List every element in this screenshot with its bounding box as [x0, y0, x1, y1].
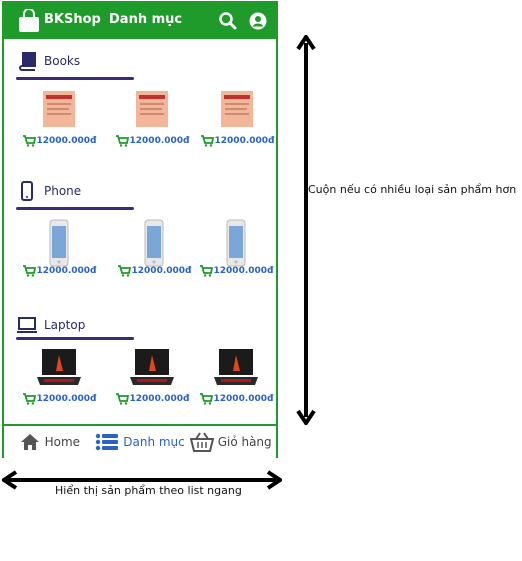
product-card[interactable]: 12000.000đ [112, 347, 192, 405]
add-to-cart-icon[interactable] [22, 393, 36, 405]
product-price[interactable]: 12000.000đ [112, 393, 192, 405]
section-underline [16, 77, 134, 80]
add-to-cart-icon[interactable] [117, 265, 131, 277]
brand-name: BKShop [44, 12, 101, 27]
product-row-books[interactable]: 12000.000đ 12000.000đ 12000.000đ [4, 89, 276, 179]
product-row-laptop[interactable]: 12000.000đ 12000.000đ 12000.000đ [4, 347, 276, 424]
tab-categories[interactable]: Danh mục [95, 433, 186, 451]
add-to-cart-icon[interactable] [115, 135, 129, 147]
horizontal-scroll-note: Hiển thị sản phẩm theo list ngang [55, 484, 242, 497]
product-card[interactable]: 12000.000đ [19, 219, 99, 277]
bottom-navigation: Home Danh mục Giỏ hàng [4, 424, 276, 458]
laptop-icon [17, 317, 37, 333]
vertical-scroll-note: Cuộn nếu có nhiều loại sản phẩm hơn [308, 183, 517, 196]
product-card[interactable]: 12000.000đ [114, 219, 194, 277]
account-icon[interactable] [248, 11, 268, 31]
add-to-cart-icon[interactable] [22, 265, 36, 277]
product-card[interactable]: 12000.000đ [112, 89, 192, 147]
section-underline [16, 207, 134, 210]
add-to-cart-icon[interactable] [199, 393, 213, 405]
list-icon [96, 433, 119, 451]
category-scroll-area[interactable]: Books 12000.000đ 12000.000đ 12000.000đ P… [4, 39, 276, 424]
section-header-laptop: Laptop [16, 315, 85, 335]
page-title: Danh mục [109, 12, 183, 27]
phone-frame: BKShop Danh mục Books 12000.000đ 12000.0… [2, 1, 278, 458]
product-card[interactable]: 12000.000đ [197, 89, 276, 147]
product-card[interactable]: 12000.000đ [196, 347, 276, 405]
product-card[interactable]: 12000.000đ [196, 219, 276, 277]
add-to-cart-icon[interactable] [200, 135, 214, 147]
phone-thumbnail [39, 219, 79, 267]
product-price[interactable]: 12000.000đ [19, 135, 99, 147]
section-header-books: Books [16, 51, 80, 71]
product-card[interactable]: 12000.000đ [19, 347, 99, 405]
book-thumbnail [217, 89, 257, 129]
book-thumbnail [39, 89, 79, 129]
book-thumbnail [132, 89, 172, 129]
search-icon[interactable] [218, 11, 238, 31]
vertical-scroll-arrow [296, 35, 316, 425]
product-price[interactable]: 12000.000đ [196, 393, 276, 405]
section-underline [16, 337, 134, 340]
shopping-bag-logo-icon [19, 9, 39, 32]
tab-home[interactable]: Home [4, 433, 95, 451]
section-label: Books [44, 54, 81, 68]
section-label: Phone [44, 184, 82, 198]
section-header-phone: Phone [16, 181, 81, 201]
laptop-thumbnail [36, 347, 82, 387]
product-row-phone[interactable]: 12000.000đ 12000.000đ 12000.000đ [4, 219, 276, 309]
laptop-thumbnail [213, 347, 259, 387]
book-icon [19, 52, 36, 71]
add-to-cart-icon[interactable] [22, 135, 36, 147]
product-price[interactable]: 12000.000đ [197, 135, 276, 147]
product-card[interactable]: 12000.000đ [19, 89, 99, 147]
tab-cart[interactable]: Giỏ hàng [185, 432, 276, 452]
home-icon [20, 434, 39, 450]
add-to-cart-icon[interactable] [199, 265, 213, 277]
add-to-cart-icon[interactable] [115, 393, 129, 405]
phone-icon [21, 181, 33, 201]
laptop-thumbnail [129, 347, 175, 387]
product-price[interactable]: 12000.000đ [112, 135, 192, 147]
top-app-bar: BKShop Danh mục [4, 3, 276, 39]
product-price[interactable]: 12000.000đ [19, 393, 99, 405]
phone-thumbnail [134, 219, 174, 267]
basket-icon [189, 432, 214, 452]
phone-thumbnail [216, 219, 256, 267]
section-label: Laptop [44, 318, 86, 332]
